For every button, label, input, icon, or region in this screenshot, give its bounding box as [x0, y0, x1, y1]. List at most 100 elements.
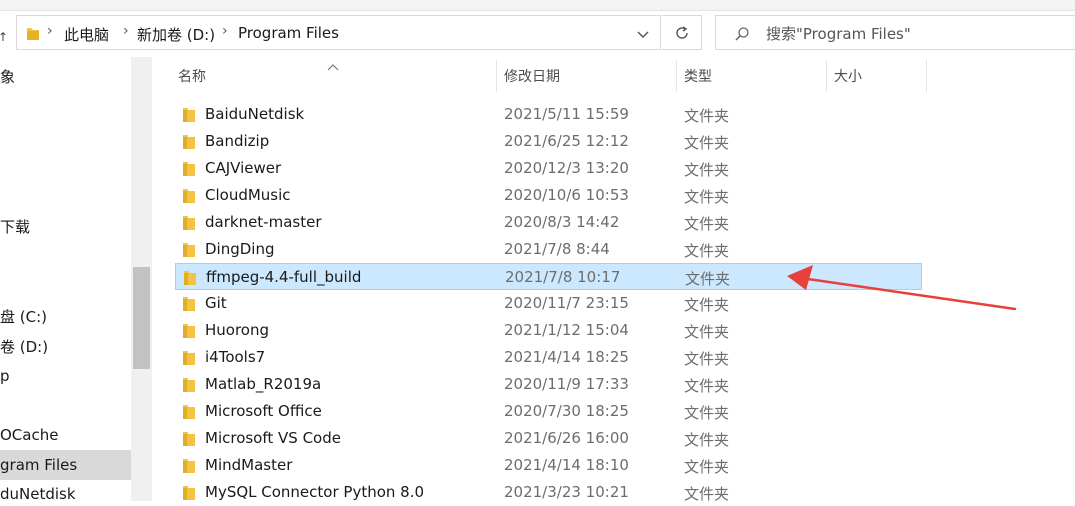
chevron-right-icon[interactable]: › [123, 23, 129, 39]
nav-item-downloads[interactable]: 下载 [0, 216, 30, 237]
file-date: 2020/7/30 18:25 [504, 402, 629, 420]
file-row[interactable]: darknet-master 2020/8/3 14:42 文件夹 [175, 209, 922, 236]
folder-icon [183, 404, 195, 423]
column-divider[interactable] [926, 60, 927, 92]
file-name: Huorong [205, 321, 270, 339]
file-row[interactable]: Microsoft Office 2020/7/30 18:25 文件夹 [175, 398, 922, 425]
nav-item-baidunetdisk[interactable]: duNetdisk [0, 485, 76, 503]
folder-icon [183, 161, 195, 180]
address-bar-row: ↑ › 此电脑 › 新加卷 (D:) › Program Files [0, 12, 1075, 54]
folder-icon [183, 215, 195, 234]
file-type: 文件夹 [684, 323, 730, 341]
file-date: 2021/4/14 18:10 [504, 456, 629, 474]
file-type: 文件夹 [684, 215, 730, 233]
file-name: DingDing [205, 240, 275, 258]
file-date: 2020/11/9 17:33 [504, 375, 629, 393]
file-row[interactable]: Git 2020/11/7 23:15 文件夹 [175, 290, 922, 317]
file-date: 2020/12/3 13:20 [504, 159, 629, 177]
chevron-down-icon[interactable] [636, 26, 650, 40]
column-divider[interactable] [676, 60, 677, 92]
folder-icon [183, 458, 195, 477]
nav-item-drive-d[interactable]: 卷 (D:) [0, 336, 48, 357]
file-type: 文件夹 [684, 377, 730, 395]
nav-item-p[interactable]: p [0, 367, 10, 385]
file-date: 2020/10/6 10:53 [504, 186, 629, 204]
nav-item-objects[interactable]: 象 [0, 66, 15, 87]
navigation-pane: 象 下载 盘 (C:) 卷 (D:) p OCache gram Files d… [0, 57, 152, 503]
folder-icon [183, 350, 195, 369]
file-name: darknet-master [205, 213, 322, 231]
address-bar[interactable]: › 此电脑 › 新加卷 (D:) › Program Files [16, 15, 661, 50]
refresh-button[interactable] [662, 15, 702, 50]
column-divider[interactable] [826, 60, 827, 92]
file-date: 2021/4/14 18:25 [504, 348, 629, 366]
file-type: 文件夹 [684, 161, 730, 179]
nav-item-program-files[interactable]: gram Files [0, 456, 77, 474]
refresh-icon [674, 25, 690, 45]
file-row[interactable]: MindMaster 2021/4/14 18:10 文件夹 [175, 452, 922, 479]
column-header-date[interactable]: 修改日期 [504, 66, 560, 86]
chevron-right-icon[interactable]: › [222, 23, 228, 39]
column-divider[interactable] [496, 60, 497, 92]
file-row[interactable]: Bandizip 2021/6/25 12:12 文件夹 [175, 128, 922, 155]
nav-item-ocache[interactable]: OCache [0, 426, 58, 444]
file-type: 文件夹 [684, 431, 730, 449]
search-icon [734, 26, 750, 46]
nav-item-drive-c[interactable]: 盘 (C:) [0, 306, 47, 327]
file-row[interactable]: Huorong 2021/1/12 15:04 文件夹 [175, 317, 922, 344]
file-date: 2021/1/12 15:04 [504, 321, 629, 339]
folder-icon [183, 134, 195, 153]
file-row[interactable]: CloudMusic 2020/10/6 10:53 文件夹 [175, 182, 922, 209]
folder-icon [183, 377, 195, 396]
folder-icon [183, 107, 195, 126]
ribbon-strip [0, 0, 1075, 11]
chevron-right-icon[interactable]: › [47, 23, 53, 39]
search-box[interactable] [715, 15, 1075, 50]
folder-icon [184, 270, 196, 289]
file-row[interactable]: Matlab_R2019a 2020/11/9 17:33 文件夹 [175, 371, 922, 398]
file-type: 文件夹 [684, 134, 730, 152]
file-type: 文件夹 [685, 270, 731, 288]
file-row[interactable]: ffmpeg-4.4-full_build 2021/7/8 10:17 文件夹 [175, 263, 922, 290]
file-name: Bandizip [205, 132, 270, 150]
file-type: 文件夹 [684, 350, 730, 368]
file-row[interactable]: Microsoft VS Code 2021/6/26 16:00 文件夹 [175, 425, 922, 452]
file-name: ffmpeg-4.4-full_build [206, 268, 362, 286]
nav-scrollbar[interactable] [131, 57, 152, 501]
file-type: 文件夹 [684, 188, 730, 206]
file-row[interactable]: MySQL Connector Python 8.0 2021/3/23 10:2… [175, 479, 922, 506]
folder-icon [183, 242, 195, 261]
file-type: 文件夹 [684, 458, 730, 476]
file-name: Git [205, 294, 227, 312]
file-date: 2021/6/25 12:12 [504, 132, 629, 150]
up-arrow-icon[interactable]: ↑ [0, 30, 8, 44]
file-row[interactable]: i4Tools7 2021/4/14 18:25 文件夹 [175, 344, 922, 371]
file-row[interactable]: BaiduNetdisk 2021/5/11 15:59 文件夹 [175, 101, 922, 128]
file-type: 文件夹 [684, 242, 730, 260]
file-date: 2020/11/7 23:15 [504, 294, 629, 312]
file-type: 文件夹 [684, 404, 730, 422]
folder-icon [183, 485, 195, 504]
file-row[interactable]: DingDing 2021/7/8 8:44 文件夹 [175, 236, 922, 263]
folder-icon [183, 188, 195, 207]
folder-icon [183, 296, 195, 315]
breadcrumb-program-files[interactable]: Program Files [238, 24, 339, 42]
file-date: 2021/3/23 10:21 [504, 483, 629, 501]
file-name: MindMaster [205, 456, 293, 474]
column-header-size[interactable]: 大小 [834, 66, 862, 86]
file-name: BaiduNetdisk [205, 105, 305, 123]
file-name: Microsoft Office [205, 402, 322, 420]
column-header-type[interactable]: 类型 [684, 66, 712, 86]
file-date: 2020/8/3 14:42 [504, 213, 620, 231]
search-input[interactable] [764, 22, 1068, 46]
column-header-name[interactable]: 名称 [178, 66, 206, 86]
file-row[interactable]: CAJViewer 2020/12/3 13:20 文件夹 [175, 155, 922, 182]
sort-ascending-icon [327, 56, 339, 75]
file-date: 2021/5/11 15:59 [504, 105, 629, 123]
file-name: Matlab_R2019a [205, 375, 322, 393]
breadcrumb-this-pc[interactable]: 此电脑 [64, 24, 109, 45]
file-date: 2021/6/26 16:00 [504, 429, 629, 447]
file-name: Microsoft VS Code [205, 429, 341, 447]
nav-scrollbar-thumb[interactable] [133, 267, 150, 369]
breadcrumb-drive-d[interactable]: 新加卷 (D:) [137, 24, 215, 45]
